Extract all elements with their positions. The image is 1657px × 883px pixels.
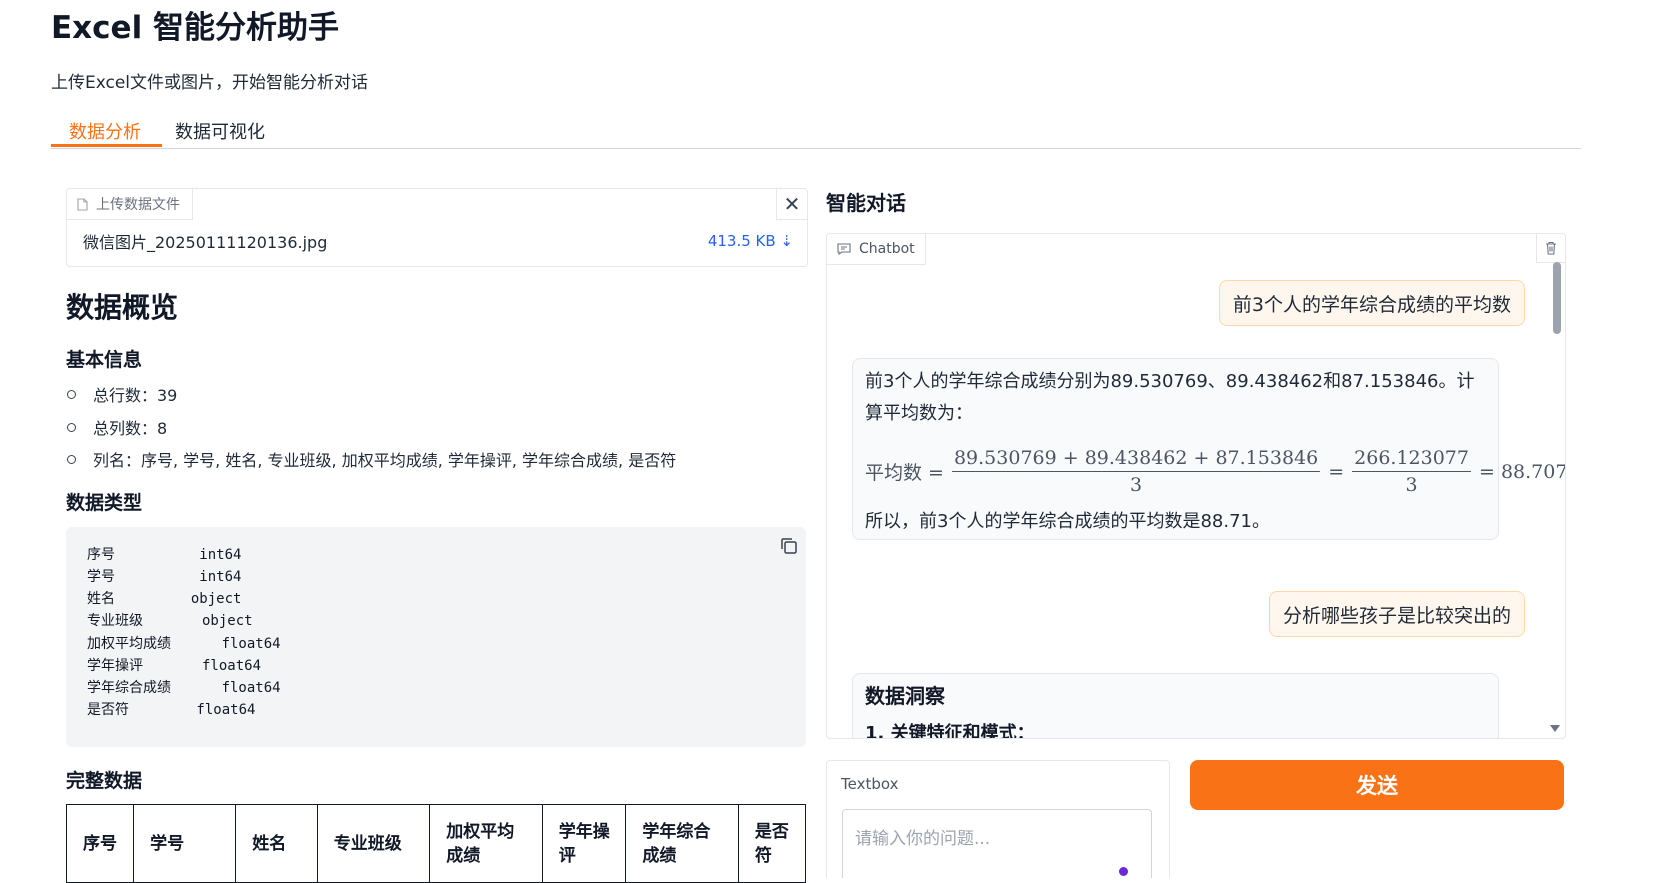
active-tab-indicator: [51, 144, 162, 147]
page-title: Excel 智能分析助手: [51, 10, 339, 46]
scrollbar-thumb[interactable]: [1553, 262, 1561, 334]
column-header[interactable]: 学号: [133, 804, 237, 883]
bot-message: 前3个人的学年综合成绩分别为89.530769、89.438462和87.153…: [852, 358, 1565, 540]
list-item: 总行数：39: [66, 382, 177, 406]
dtype-row: 专业班级 object: [87, 613, 253, 629]
column-header[interactable]: 学年操评: [541, 804, 627, 883]
send-button[interactable]: 发送: [1190, 760, 1564, 810]
trash-icon[interactable]: [1536, 234, 1565, 263]
question-input[interactable]: [842, 809, 1152, 878]
list-item: 总列数：8: [66, 415, 167, 439]
column-header[interactable]: 序号: [65, 804, 135, 883]
list-item: 列名：序号, 学号, 姓名, 专业班级, 加权平均成绩, 学年操评, 学年综合成…: [66, 447, 676, 471]
column-header[interactable]: 姓名: [235, 804, 318, 883]
input-indicator-dot: [1119, 867, 1128, 876]
dtype-row: 学年操评 float64: [87, 658, 262, 674]
user-message: 前3个人的学年综合成绩的平均数: [1218, 280, 1525, 326]
file-upload-panel[interactable]: 上传数据文件 ✕ 微信图片_20250111120136.jpg 413.5 K…: [66, 188, 808, 267]
dtype-row: 加权平均成绩 float64: [87, 636, 281, 652]
data-types-code-block: 序号 int64 学号 int64 姓名 object 专业班级 object …: [66, 527, 806, 747]
file-name: 微信图片_20250111120136.jpg: [83, 233, 328, 252]
upload-label: 上传数据文件: [67, 189, 193, 220]
chatbot-panel[interactable]: Chatbot 前3个人的学年综合成绩的平均数 前3个人的学年综合成绩分别为89…: [826, 233, 1566, 739]
dtype-row: 序号 int64: [87, 547, 242, 563]
column-header[interactable]: 是否符: [737, 804, 807, 883]
dtype-row: 学年综合成绩 float64: [87, 680, 281, 696]
page-subtitle: 上传Excel文件或图片，开始智能分析对话: [51, 73, 369, 93]
copy-icon[interactable]: [778, 535, 800, 557]
chatbot-label: Chatbot: [827, 234, 926, 265]
scroll-down-arrow-icon[interactable]: [1550, 725, 1560, 732]
tab-data-analysis[interactable]: 数据分析: [69, 118, 141, 144]
chat-icon: [837, 243, 851, 255]
dtype-row: 姓名 object: [87, 591, 242, 607]
upload-label-text: 上传数据文件: [96, 197, 180, 213]
chat-heading: 智能对话: [826, 191, 906, 215]
overview-heading: 数据概览: [66, 291, 179, 324]
column-header[interactable]: 专业班级: [316, 804, 431, 883]
dtype-row: 是否符 float64: [87, 702, 256, 718]
textbox-panel: Textbox: [826, 760, 1170, 878]
column-header[interactable]: 学年综合成绩: [625, 804, 739, 883]
close-icon[interactable]: ✕: [776, 189, 807, 220]
dtype-row: 学号 int64: [87, 569, 242, 585]
textbox-label: Textbox: [841, 775, 899, 793]
tab-data-visualization[interactable]: 数据可视化: [175, 118, 265, 144]
column-header[interactable]: 加权平均成绩: [429, 804, 543, 883]
file-size-download-link[interactable]: 413.5 KB ⇣: [708, 232, 793, 250]
bullet-icon: [67, 454, 76, 464]
data-table: 序号 学号 姓名 专业班级 加权平均成绩 学年操评 学年综合成绩 是否符: [65, 804, 807, 883]
data-types-heading: 数据类型: [66, 492, 143, 514]
bullet-icon: [67, 422, 76, 432]
math-formula: 平均数 = 89.530769 + 89.438462 + 87.153846 3…: [865, 447, 1566, 496]
basic-info-heading: 基本信息: [66, 349, 143, 371]
full-data-heading: 完整数据: [66, 770, 143, 792]
uploaded-file-row: 微信图片_20250111120136.jpg 413.5 KB ⇣: [67, 223, 807, 259]
file-icon: [77, 197, 88, 211]
bot-message: 数据洞察 1. 关键特征和模式：: [852, 673, 1499, 738]
table-header-row: 序号 学号 姓名 专业班级 加权平均成绩 学年操评 学年综合成绩 是否符: [65, 804, 807, 883]
user-message: 分析哪些孩子是比较突出的: [1268, 591, 1525, 637]
bullet-icon: [67, 389, 76, 399]
tab-bar: 数据分析 数据可视化: [51, 106, 1581, 149]
